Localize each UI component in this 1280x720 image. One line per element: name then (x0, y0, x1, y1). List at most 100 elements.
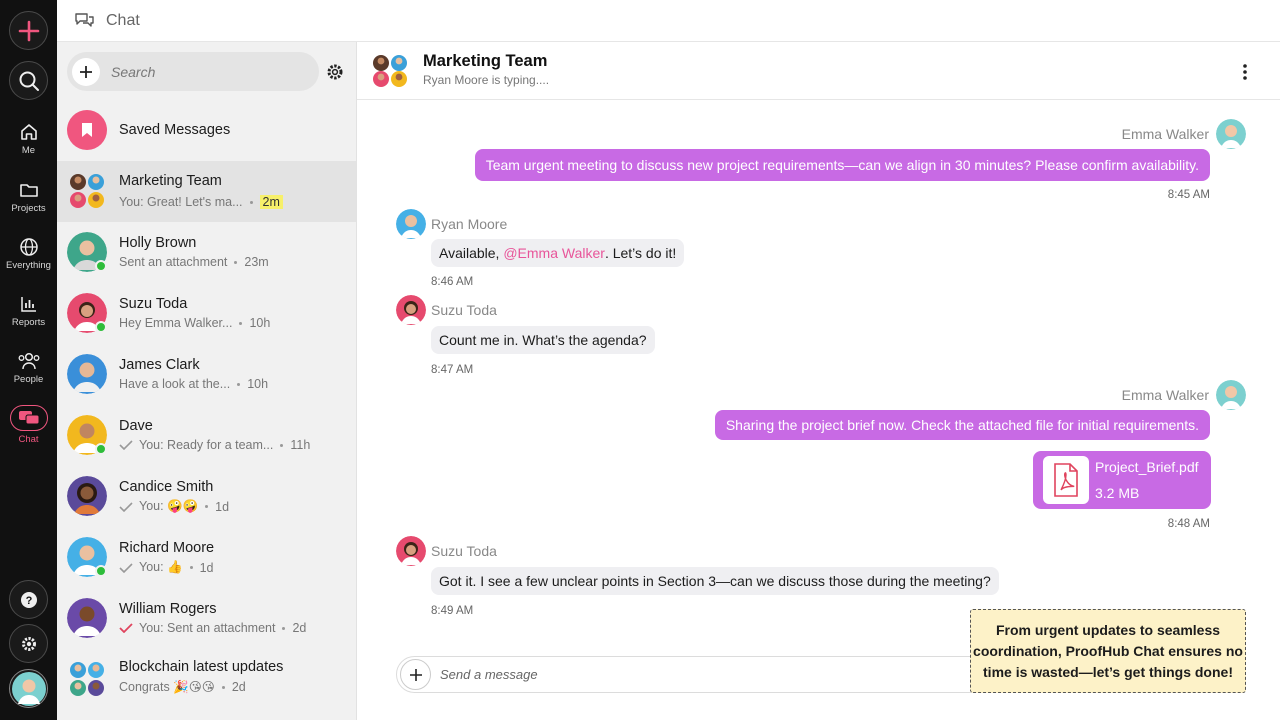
conversation-name: William Rogers (119, 601, 217, 617)
settings-button[interactable] (9, 624, 48, 663)
attach-button[interactable] (400, 659, 431, 690)
preview-text: You: 🤪🤪 (139, 499, 199, 513)
conversation-item-james-clark[interactable]: James Clark Have a look at the... 10h (57, 344, 356, 405)
plus-icon (80, 65, 92, 78)
rail-item-projects[interactable]: Projects (0, 180, 57, 230)
gear-icon (21, 636, 36, 651)
message-input[interactable]: Send a message (440, 667, 538, 682)
conversation-preview: Have a look at the... 10h (119, 377, 268, 391)
rail-label: Projects (11, 203, 46, 214)
file-name: Project_Brief.pdf (1095, 459, 1199, 475)
chat-icon (18, 411, 39, 425)
conversation-item-blockchain-latest-updates[interactable]: Blockchain latest updates Congrats 🎉😘😘 2d (57, 649, 356, 710)
plus-icon (18, 20, 39, 41)
avatar (1216, 119, 1246, 149)
profile-avatar[interactable] (9, 669, 48, 708)
create-button[interactable] (9, 11, 48, 50)
conversation-preview: Hey Emma Walker... 10h (119, 316, 270, 330)
search-bar[interactable]: Search (67, 52, 319, 91)
conversation-item-william-rogers[interactable]: William Rogers You: Sent an attachment 2d (57, 588, 356, 649)
rail-item-everything[interactable]: Everything (0, 237, 57, 287)
online-indicator (95, 443, 107, 455)
conversation-time: 10h (249, 316, 271, 330)
preview-text: You: Ready for a team... (139, 438, 274, 452)
conversation-item-marketing-team[interactable]: Marketing Team You: Great! Let's ma... 2m (57, 161, 356, 222)
app-root: Me Projects Everything Reports People Ch… (0, 0, 1280, 720)
check-icon (119, 501, 133, 512)
conversation-name: Candice Smith (119, 479, 214, 495)
preview-text: Sent an attachment (119, 255, 228, 269)
home-icon (20, 124, 37, 140)
message-time: 8:47 AM (431, 364, 474, 376)
rail-item-me[interactable]: Me (0, 122, 57, 172)
conversation-item-suzu-toda[interactable]: Suzu Toda Hey Emma Walker... 10h (57, 283, 356, 344)
message-sender: Emma Walker (1121, 126, 1209, 142)
conversation-time: 23m (244, 255, 269, 269)
conversation-preview: You: Ready for a team... 11h (119, 438, 310, 452)
conversation-item-dave[interactable]: Dave You: Ready for a team... 11h (57, 405, 356, 466)
check-icon (119, 623, 133, 633)
conversation-name: Dave (119, 418, 153, 434)
avatar (67, 598, 107, 638)
conversation-name: Blockchain latest updates (119, 659, 284, 675)
search-icon (19, 71, 39, 91)
online-indicator (95, 565, 107, 577)
preview-text: You: Great! Let's ma... (119, 195, 243, 209)
more-options-icon[interactable] (1235, 62, 1255, 82)
message-time: 8:45 AM (1167, 189, 1210, 201)
rail-item-people[interactable]: People (0, 351, 57, 401)
conversation-time: 2d (292, 621, 307, 635)
message-composer[interactable]: Send a message (396, 656, 996, 693)
conversation-time: 11h (290, 438, 311, 452)
check-icon (119, 440, 133, 450)
message-sender: Emma Walker (1121, 387, 1209, 403)
conversation-preview: Sent an attachment 23m (119, 255, 269, 269)
message-bubble: Count me in. What’s the agenda? (431, 326, 655, 354)
conversation-time: 1d (215, 499, 230, 514)
message-sender: Suzu Toda (431, 543, 497, 559)
global-search-button[interactable] (9, 61, 48, 100)
folder-icon (19, 184, 38, 197)
message-sender: Ryan Moore (431, 216, 508, 232)
message-time: 8:46 AM (431, 276, 474, 288)
avatar (1216, 380, 1246, 410)
conversation-item-holly-brown[interactable]: Holly Brown Sent an attachment 23m (57, 222, 356, 283)
saved-messages-item[interactable]: Saved Messages (57, 100, 356, 161)
help-button[interactable]: ? (9, 580, 48, 619)
svg-text:?: ? (25, 595, 32, 607)
top-header: Chat (57, 0, 1280, 42)
avatar (396, 536, 426, 566)
check-icon (119, 562, 133, 573)
conversation-preview: You: Great! Let's ma... 2m (119, 195, 283, 209)
rail-item-chat[interactable]: Chat (0, 405, 57, 455)
search-input[interactable]: Search (111, 64, 155, 80)
rail-label: Chat (18, 434, 39, 445)
rail-label: Reports (11, 317, 46, 328)
conversation-item-richard-moore[interactable]: Richard Moore You: 👍 1d (57, 527, 356, 588)
message-bubble: Team urgent meeting to discuss new proje… (474, 149, 1210, 181)
conversation-item-candice-smith[interactable]: Candice Smith You: 🤪🤪 1d (57, 466, 356, 527)
message-time: 8:49 AM (431, 605, 474, 617)
online-indicator (95, 260, 107, 272)
conversation-preview: You: 👍 1d (119, 560, 214, 575)
rail-label: Everything (6, 260, 51, 271)
group-avatar (67, 659, 107, 699)
avatar (396, 295, 426, 325)
chat-icon (75, 12, 94, 27)
group-avatar (67, 171, 107, 211)
message-text: . Let’s do it! (604, 245, 677, 261)
help-icon: ? (20, 591, 37, 608)
file-attachment[interactable]: Project_Brief.pdf 3.2 MB (1033, 451, 1211, 509)
rail-item-reports[interactable]: Reports (0, 294, 57, 344)
new-chat-button[interactable] (72, 57, 100, 86)
avatar (67, 354, 107, 394)
promo-callout: From urgent updates to seamless coordina… (970, 609, 1246, 693)
conversation-time: 2d (231, 680, 246, 694)
rail-label: Me (21, 145, 36, 156)
message-sender: Suzu Toda (431, 302, 497, 318)
file-size: 3.2 MB (1095, 485, 1140, 501)
mention-link[interactable]: @Emma Walker (503, 245, 605, 261)
gear-icon[interactable] (325, 62, 345, 82)
bar-chart-icon (20, 297, 36, 312)
conversation-preview: Congrats 🎉😘😘 2d (119, 679, 246, 695)
